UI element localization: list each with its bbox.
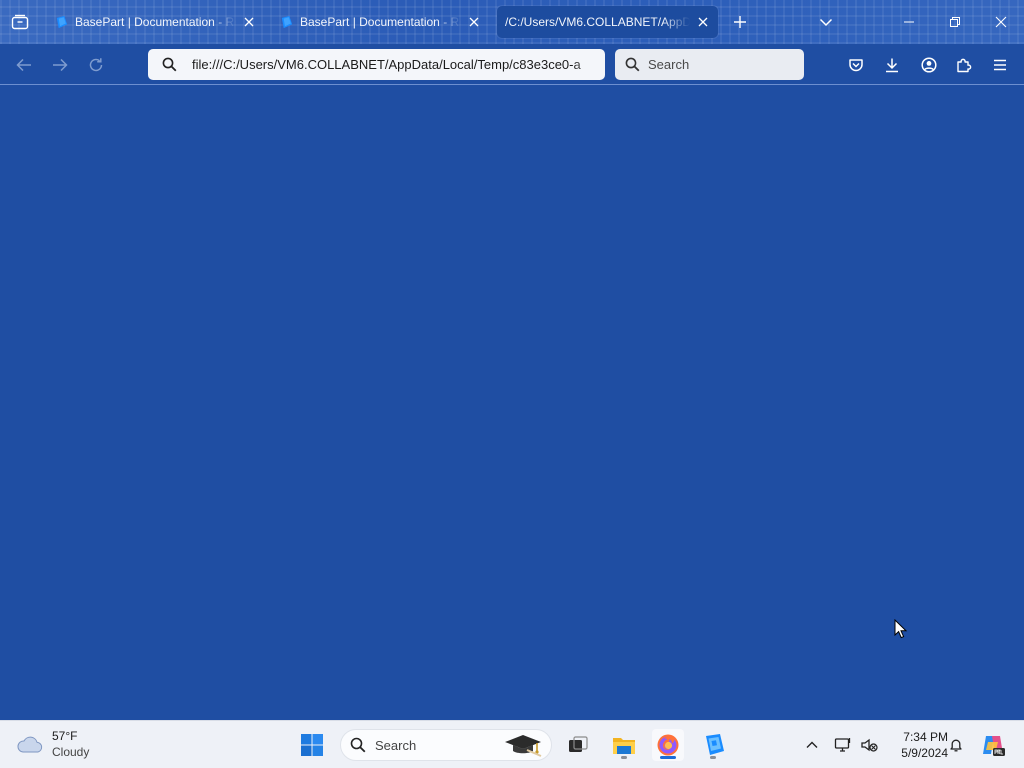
roblox-studio-button[interactable]: [697, 729, 729, 761]
close-icon: [995, 16, 1007, 28]
tab-local-file[interactable]: /C:/Users/VM6.COLLABNET/AppData/Local/Te…: [497, 6, 718, 38]
firefox-view-icon: [11, 14, 29, 30]
tab-close-button[interactable]: [696, 15, 710, 29]
close-icon: [244, 17, 254, 27]
notifications-button[interactable]: [944, 733, 968, 757]
weather-temperature: 57°F: [52, 729, 78, 743]
taskbar: 57°F Cloudy Search 7:34 PM 5/9/2024: [0, 720, 1024, 768]
file-explorer-icon: [613, 738, 635, 754]
roblox-studio-icon: [706, 734, 724, 755]
running-indicator: [621, 756, 627, 759]
hamburger-menu-icon: [994, 59, 1006, 71]
taskbar-search-box[interactable]: Search: [340, 729, 552, 761]
close-icon: [698, 17, 708, 27]
show-hidden-icons-button[interactable]: [800, 733, 824, 757]
bell-icon: [950, 739, 962, 752]
file-explorer-button[interactable]: [608, 729, 640, 761]
downloads-button[interactable]: [880, 53, 904, 77]
minimize-button[interactable]: [886, 0, 932, 44]
close-icon: [469, 17, 479, 27]
tab-title: BasePart | Documentation - Roblox Creato…: [300, 15, 461, 29]
tab-basepart-docs-2[interactable]: BasePart | Documentation - Roblox Creato…: [271, 6, 489, 38]
puzzle-icon: [957, 58, 972, 73]
chevron-up-icon: [806, 741, 818, 748]
tab-close-button[interactable]: [242, 15, 256, 29]
search-icon: [162, 57, 177, 72]
pocket-button[interactable]: [844, 53, 868, 77]
copilot-icon: [983, 736, 1005, 756]
cloudy-weather-icon: [17, 736, 43, 753]
arrow-right-icon: [53, 58, 68, 72]
navigation-toolbar: file:///C:/Users/VM6.COLLABNET/AppData/L…: [0, 44, 1024, 85]
weather-widget[interactable]: 57°F Cloudy: [16, 728, 89, 760]
restore-icon: [950, 17, 960, 27]
task-view-button[interactable]: [562, 729, 594, 761]
roblox-docs-icon: [56, 15, 68, 28]
list-all-tabs-button[interactable]: [816, 12, 836, 32]
account-icon: [921, 57, 937, 73]
forward-button[interactable]: [48, 53, 72, 77]
page-content[interactable]: [0, 86, 1024, 720]
firefox-taskbar-button[interactable]: [652, 729, 684, 761]
tab-strip: BasePart | Documentation - Roblox Creato…: [0, 0, 1024, 44]
start-button[interactable]: [296, 729, 328, 761]
tab-close-button[interactable]: [467, 15, 481, 29]
new-tab-button[interactable]: [730, 12, 750, 32]
arrow-left-icon: [16, 58, 31, 72]
tab-basepart-docs-1[interactable]: BasePart | Documentation - Roblox Creato…: [46, 6, 264, 38]
network-icon: [834, 738, 851, 752]
reload-icon: [89, 58, 103, 72]
firefox-view-button[interactable]: [8, 11, 32, 33]
active-indicator: [660, 756, 676, 759]
search-icon: [350, 737, 366, 753]
minimize-icon: [904, 21, 914, 23]
back-button[interactable]: [12, 53, 36, 77]
search-icon: [625, 57, 640, 72]
graduation-cap-icon: [505, 735, 542, 757]
volume-status-button[interactable]: [857, 733, 881, 757]
copilot-button[interactable]: [978, 730, 1008, 760]
plus-icon: [734, 16, 746, 28]
account-button[interactable]: [917, 53, 941, 77]
speaker-muted-icon: [861, 738, 878, 752]
mouse-cursor-icon: [894, 619, 908, 639]
address-bar[interactable]: file:///C:/Users/VM6.COLLABNET/AppData/L…: [148, 49, 605, 80]
restore-button[interactable]: [932, 0, 978, 44]
running-indicator: [710, 756, 716, 759]
network-status-button[interactable]: [831, 733, 855, 757]
clock-time: 7:34 PM: [903, 730, 948, 744]
download-icon: [886, 58, 898, 73]
extensions-button[interactable]: [952, 53, 976, 77]
chevron-down-icon: [819, 18, 833, 27]
tab-title: /C:/Users/VM6.COLLABNET/AppData/Local/Te…: [505, 15, 690, 29]
reload-button[interactable]: [84, 53, 108, 77]
clock-date: 5/9/2024: [901, 746, 948, 760]
windows-start-icon: [301, 734, 323, 756]
task-view-icon: [569, 736, 588, 752]
taskbar-search-placeholder: Search: [375, 737, 417, 753]
menu-button[interactable]: [988, 53, 1012, 77]
pocket-icon: [849, 59, 863, 72]
system-clock[interactable]: 7:34 PM 5/9/2024: [884, 729, 948, 761]
close-window-button[interactable]: [978, 0, 1024, 44]
roblox-docs-icon: [281, 15, 293, 28]
tab-title: BasePart | Documentation - Roblox Creato…: [75, 15, 236, 29]
search-bar[interactable]: Search: [615, 49, 804, 80]
url-text[interactable]: file:///C:/Users/VM6.COLLABNET/AppData/L…: [192, 57, 605, 72]
firefox-icon: [657, 734, 679, 756]
search-placeholder: Search: [648, 57, 690, 72]
weather-condition: Cloudy: [52, 745, 90, 759]
